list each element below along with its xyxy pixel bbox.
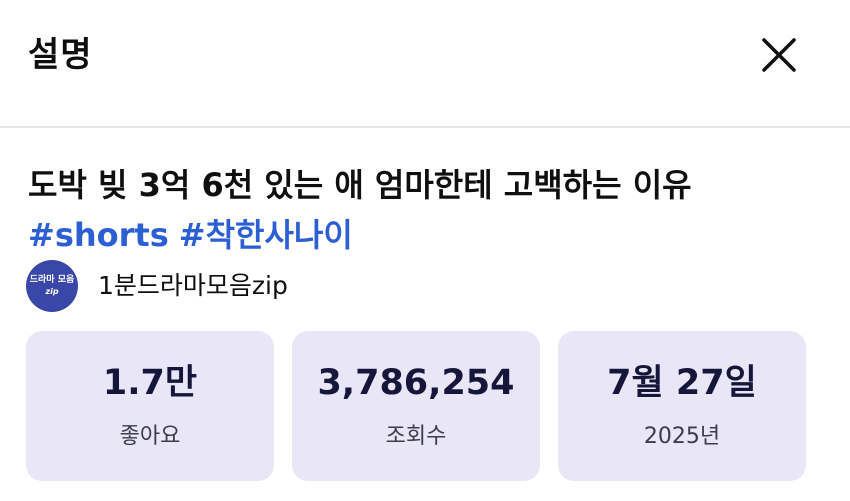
likes-count: 1.7만 — [102, 363, 198, 403]
channel-avatar[interactable]: 드라마 모음 zip — [26, 260, 78, 312]
hashtag-shorts[interactable]: #shorts — [28, 216, 169, 254]
channel-link[interactable]: 드라마 모음 zip 1분드라마모음zip — [26, 260, 288, 312]
hashtag-nice-guy[interactable]: #착한사나이 — [179, 216, 353, 254]
stats-row: 1.7만 좋아요 3,786,254 조회수 7월 27일 2025년 — [26, 331, 806, 481]
upload-date: 7월 27일 — [607, 363, 757, 403]
panel-header: 설명 — [0, 0, 850, 126]
hashtag-row: #shorts #착한사나이 — [28, 210, 363, 260]
likes-stat-card: 1.7만 좋아요 — [26, 331, 274, 481]
close-icon — [762, 38, 796, 72]
close-button[interactable] — [754, 30, 804, 80]
description-panel: 설명 도박 빚 3억 6천 있는 애 엄마한테 고백하는 이유 #shorts #… — [0, 0, 850, 501]
avatar-text-line1: 드라마 모음 — [29, 275, 75, 285]
channel-name[interactable]: 1분드라마모음zip — [98, 271, 288, 301]
panel-title: 설명 — [28, 35, 93, 75]
upload-year: 2025년 — [643, 424, 721, 449]
views-label: 조회수 — [385, 424, 447, 449]
views-stat-card: 3,786,254 조회수 — [292, 331, 540, 481]
date-stat-card: 7월 27일 2025년 — [558, 331, 806, 481]
avatar-text-line2: zip — [45, 287, 59, 296]
likes-label: 좋아요 — [119, 424, 181, 449]
header-divider — [0, 126, 850, 128]
video-title: 도박 빚 3억 6천 있는 애 엄마한테 고백하는 이유 — [28, 166, 692, 204]
views-count: 3,786,254 — [317, 363, 515, 403]
